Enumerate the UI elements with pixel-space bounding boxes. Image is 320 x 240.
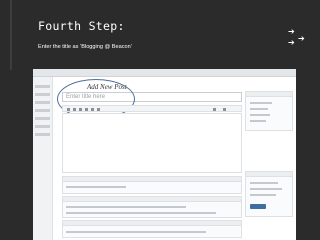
category-item[interactable]	[250, 114, 270, 116]
arrow-right-icon: ➔	[298, 34, 305, 43]
sidebar-item[interactable]	[35, 85, 50, 88]
sidebar-item[interactable]	[35, 109, 50, 112]
publish-date	[250, 194, 276, 196]
arrow-right-icon: ➔	[288, 38, 295, 47]
categories-panel	[245, 91, 293, 131]
panel-header	[246, 92, 292, 97]
sidebar-item[interactable]	[35, 93, 50, 96]
html-tab-icon[interactable]	[223, 108, 226, 111]
publish-button[interactable]	[250, 204, 266, 209]
panel-text	[66, 206, 186, 208]
bold-icon[interactable]	[67, 108, 70, 111]
panel-text	[66, 186, 126, 188]
slide-title: Fourth Step:	[38, 19, 125, 33]
sidebar-item[interactable]	[35, 117, 50, 120]
category-item[interactable]	[250, 102, 272, 104]
post-editor-area: Add New Post Enter title here	[55, 79, 243, 239]
panel-text	[66, 212, 216, 214]
embedded-screenshot: Add New Post Enter title here	[33, 69, 296, 240]
strike-icon[interactable]	[79, 108, 82, 111]
sidebar-item[interactable]	[35, 133, 50, 136]
presentation-slide: Fourth Step: Enter the title as ‘Bloggin…	[0, 0, 320, 240]
sidebar-item[interactable]	[35, 101, 50, 104]
admin-top-bar	[33, 69, 296, 77]
panel-header	[63, 177, 241, 182]
tags-panel	[62, 176, 242, 194]
list-icon[interactable]	[85, 108, 88, 111]
panel-header	[63, 221, 241, 226]
panel-header	[63, 197, 241, 202]
admin-sidebar	[33, 77, 53, 240]
slide-subtitle: Enter the title as ‘Blogging @ Beacon’	[38, 44, 132, 50]
category-item[interactable]	[250, 120, 266, 122]
link-icon[interactable]	[97, 108, 100, 111]
right-sidebar	[245, 79, 293, 239]
visual-tab-icon[interactable]	[213, 108, 216, 111]
quote-icon[interactable]	[91, 108, 94, 111]
sidebar-item[interactable]	[35, 125, 50, 128]
slide-decoration	[10, 0, 12, 70]
category-item[interactable]	[250, 108, 268, 110]
panel-text	[66, 231, 206, 233]
arrow-right-icon: ➔	[288, 27, 295, 36]
publish-status	[250, 182, 278, 184]
publish-visibility	[250, 188, 282, 190]
comments-panel	[62, 220, 242, 238]
publish-panel	[245, 171, 293, 217]
excerpt-panel	[62, 196, 242, 218]
post-content-editor[interactable]	[62, 113, 242, 173]
panel-header	[246, 172, 292, 177]
editor-toolbar	[62, 105, 242, 112]
italic-icon[interactable]	[73, 108, 76, 111]
